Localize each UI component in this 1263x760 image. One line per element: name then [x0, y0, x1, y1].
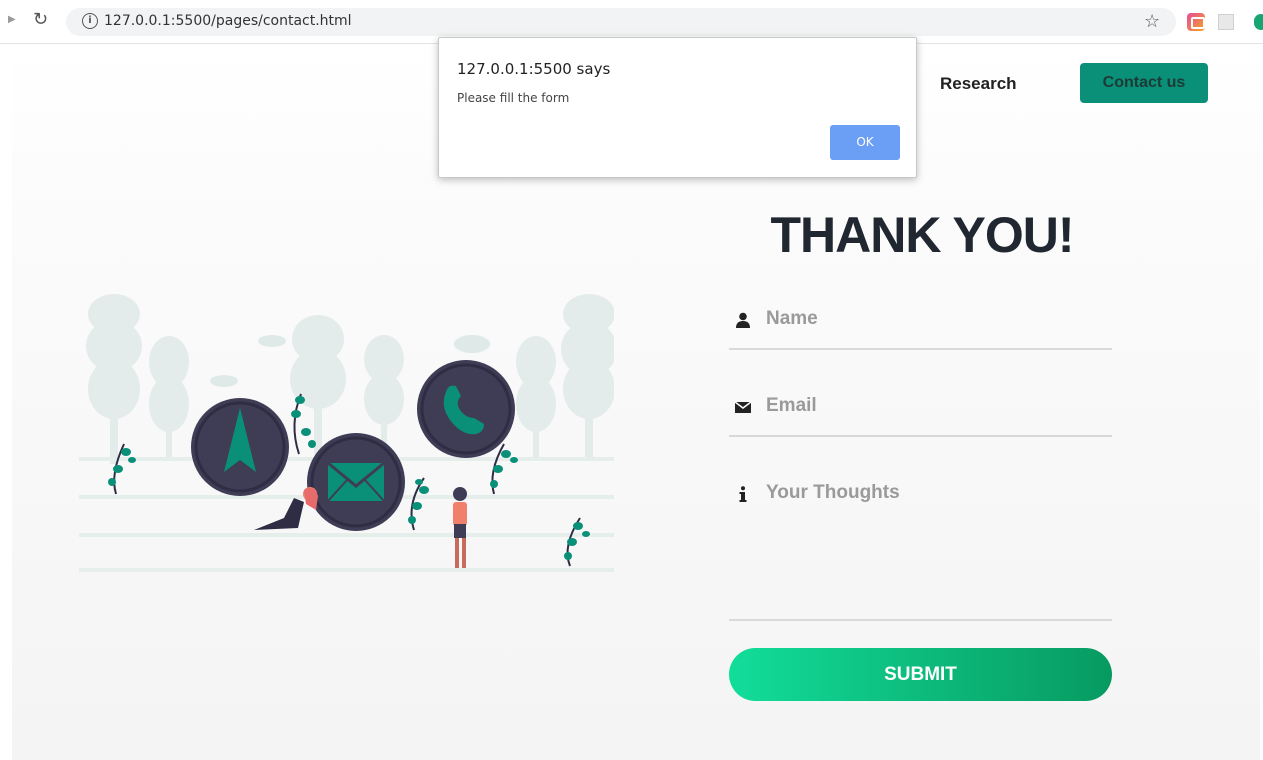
page-title: THANK YOU! [770, 207, 1075, 263]
thoughts-textarea[interactable]: Your Thoughts [729, 474, 1112, 621]
alert-dialog: 127.0.0.1:5500 says Please fill the form… [438, 37, 917, 178]
url-text[interactable]: 127.0.0.1:5500/pages/contact.html [104, 13, 352, 29]
envelope-icon [307, 433, 405, 531]
user-icon [736, 312, 750, 328]
submit-button[interactable]: SUBMIT [729, 648, 1112, 701]
email-field[interactable]: Email [729, 387, 1112, 437]
address-bar[interactable]: i 127.0.0.1:5500/pages/contact.html [66, 8, 1176, 36]
envelope-icon [735, 401, 751, 413]
site-info-icon[interactable]: i [82, 13, 98, 29]
contact-illustration [79, 294, 614, 572]
dialog-message: Please fill the form [457, 91, 570, 105]
standing-person-icon [453, 487, 467, 568]
dialog-title: 127.0.0.1:5500 says [457, 60, 611, 78]
reload-icon[interactable]: ↻ [33, 9, 48, 30]
nav-link-research[interactable]: Research [940, 74, 1017, 94]
sitting-person-icon [254, 487, 318, 530]
phone-icon [417, 360, 515, 458]
name-placeholder: Name [766, 308, 818, 329]
extension-icon[interactable] [1218, 14, 1234, 30]
extension-icon[interactable] [1187, 13, 1205, 31]
contact-us-button[interactable]: Contact us [1080, 63, 1208, 103]
email-placeholder: Email [766, 395, 817, 416]
extension-icon[interactable] [1254, 14, 1263, 30]
info-icon [739, 486, 747, 502]
name-field[interactable]: Name [729, 300, 1112, 350]
thoughts-placeholder: Your Thoughts [766, 482, 900, 503]
location-icon [191, 398, 289, 496]
forward-arrow-icon[interactable]: ▶ [8, 14, 16, 25]
ok-button[interactable]: OK [830, 125, 900, 160]
bookmark-star-icon[interactable]: ☆ [1144, 11, 1160, 32]
